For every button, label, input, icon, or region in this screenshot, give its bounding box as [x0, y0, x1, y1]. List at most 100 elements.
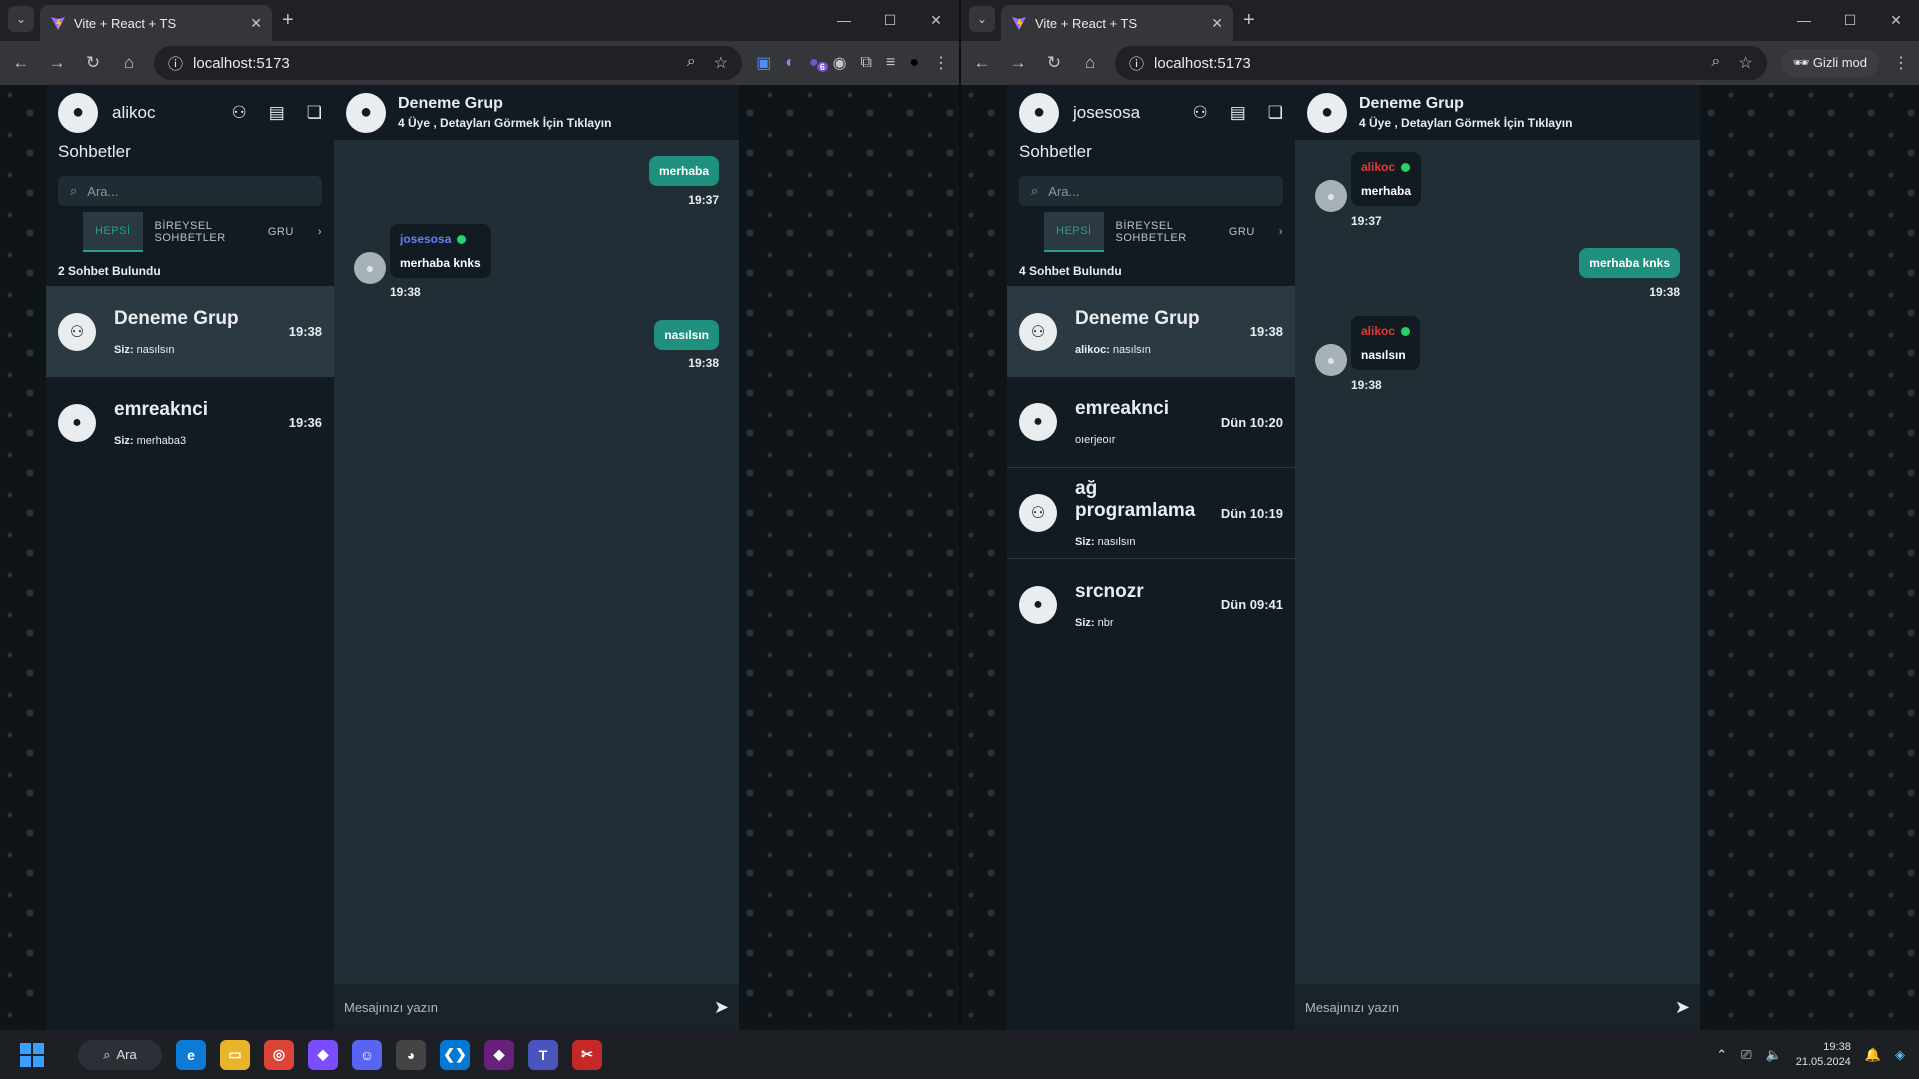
address-bar[interactable]: ⓘ localhost:5173 ⌕ ☆	[154, 46, 743, 80]
incognito-indicator[interactable]: 🕶 Gizli mod	[1780, 49, 1879, 77]
chevron-right-icon[interactable]: ›	[1267, 212, 1295, 252]
discord-icon[interactable]: ☺	[352, 1039, 382, 1070]
vscode-icon[interactable]: ❮❯	[440, 1039, 470, 1070]
last-prefix: Siz:	[1075, 536, 1095, 548]
bookmark-star-icon[interactable]: ☆	[1738, 53, 1752, 73]
notification-bell-icon[interactable]: 🔔	[1865, 1047, 1881, 1063]
extensions-puzzle-icon[interactable]: ⧉	[861, 54, 872, 72]
chevron-up-icon[interactable]: ⌃	[1716, 1047, 1727, 1063]
tab-groups[interactable]: GRU	[1217, 212, 1267, 252]
last-message: nasılsın	[1097, 536, 1136, 548]
username: josesosa	[1073, 102, 1141, 122]
user-avatar[interactable]: ●	[1019, 92, 1059, 133]
home-icon[interactable]: ⌂	[118, 53, 140, 73]
close-tab-icon[interactable]: ✕	[250, 15, 262, 32]
home-icon[interactable]: ⌂	[1079, 53, 1101, 73]
bookmark-star-icon[interactable]: ☆	[714, 53, 728, 73]
chat-header[interactable]: ● Deneme Grup 4 Üye , Detayları Görmek İç…	[1295, 85, 1700, 140]
filter-tabs: HEPSİ BİREYSEL SOHBETLER GRU ›	[83, 212, 334, 252]
maximize-button[interactable]: ☐	[867, 0, 913, 40]
tab-search-button[interactable]: ⌄	[969, 6, 995, 32]
message-bubble-out: merhaba knks	[1579, 248, 1680, 278]
tab-groups[interactable]: GRU	[256, 212, 306, 252]
extension-shield-icon[interactable]: ◉	[833, 53, 847, 73]
chevron-right-icon[interactable]: ›	[306, 212, 334, 252]
edge-icon[interactable]: e	[176, 1039, 206, 1070]
site-info-icon[interactable]: ⓘ	[168, 53, 183, 74]
menu-kebab-icon[interactable]: ⋮	[933, 53, 949, 73]
tab-individual[interactable]: BİREYSEL SOHBETLER	[1104, 212, 1217, 252]
volume-icon[interactable]: 🔈	[1766, 1047, 1782, 1063]
chats-icon[interactable]: ❏	[307, 103, 322, 123]
clock[interactable]: 19:38 21.05.2024	[1796, 1040, 1851, 1070]
new-chat-icon[interactable]: ▤	[269, 103, 285, 123]
close-window-button[interactable]: ✕	[1873, 0, 1919, 40]
windows-start-icon[interactable]	[20, 1042, 44, 1067]
composer-placeholder: Mesajınızı yazın	[1305, 999, 1399, 1015]
zoom-icon[interactable]: ⌕	[1711, 53, 1720, 73]
forward-icon[interactable]: →	[1007, 53, 1029, 73]
user-avatar[interactable]: ●	[58, 92, 98, 133]
chat-item-deneme-grup[interactable]: ⚇ Deneme Grup alikoc: nasılsın 19:38	[1007, 286, 1295, 377]
message-input[interactable]: Mesajınızı yazın ➤	[334, 984, 739, 1030]
chat-item-deneme-grup[interactable]: ⚇ Deneme Grup Siz: nasılsın 19:38	[46, 286, 334, 377]
maximize-button[interactable]: ☐	[1827, 0, 1873, 40]
chat-header[interactable]: ● Deneme Grup 4 Üye , Detayları Görmek İç…	[334, 85, 739, 140]
new-tab-button[interactable]: +	[1243, 9, 1255, 32]
minimize-button[interactable]: —	[1781, 0, 1827, 40]
chat-name: Deneme Grup	[114, 307, 239, 329]
search-input[interactable]: ⌕ Ara...	[1019, 176, 1283, 206]
chat-item-emreaknci[interactable]: ● emreaknci oıerjeoır Dün 10:20	[1007, 377, 1295, 468]
chat-time: 19:36	[288, 415, 322, 430]
chat-item-emreaknci[interactable]: ● emreaknci Siz: merhaba3 19:36	[46, 377, 334, 468]
file-explorer-icon[interactable]: ▭	[220, 1039, 250, 1070]
search-input[interactable]: ⌕ Ara...	[58, 176, 322, 206]
reload-icon[interactable]: ↻	[82, 53, 104, 73]
menu-kebab-icon[interactable]: ⋮	[1893, 53, 1909, 73]
reload-icon[interactable]: ↻	[1043, 53, 1065, 73]
new-chat-icon[interactable]: ▤	[1230, 103, 1246, 123]
message-bubble-out: merhaba	[648, 156, 719, 186]
extension-badge-icon[interactable]: ● 6	[809, 54, 828, 72]
profile-avatar[interactable]: ●	[909, 54, 919, 72]
tab-all[interactable]: HEPSİ	[83, 212, 143, 252]
chat-item-srcnozr[interactable]: ● srcnozr Siz: nbr Dün 09:41	[1007, 559, 1295, 650]
copilot-icon[interactable]: ◈	[1895, 1047, 1905, 1063]
new-tab-button[interactable]: +	[282, 9, 294, 32]
browser-tab[interactable]: Vite + React + TS ✕	[1001, 5, 1233, 41]
chat-time: Dün 09:41	[1220, 597, 1283, 612]
back-icon[interactable]: ←	[971, 53, 993, 73]
tab-search-button[interactable]: ⌄	[8, 6, 34, 32]
taskbar-search[interactable]: ⌕ Ara	[78, 1039, 162, 1070]
add-contact-icon[interactable]: ⚇	[1192, 103, 1207, 123]
network-icon[interactable]: ⎚	[1741, 1047, 1751, 1063]
address-bar[interactable]: ⓘ localhost:5173 ⌕ ☆	[1115, 46, 1767, 80]
snipping-tool-icon[interactable]: ✂	[572, 1039, 602, 1070]
media-control-icon[interactable]: ≡	[886, 54, 895, 72]
back-icon[interactable]: ←	[10, 53, 32, 73]
extension-moon-icon[interactable]: ◐	[785, 54, 795, 72]
teams-icon[interactable]: T	[528, 1039, 558, 1070]
zoom-icon[interactable]: ⌕	[687, 53, 696, 73]
site-info-icon[interactable]: ⓘ	[1129, 53, 1144, 74]
tab-all[interactable]: HEPSİ	[1044, 212, 1104, 252]
browser-tab[interactable]: Vite + React + TS ✕	[40, 5, 272, 41]
chrome-icon[interactable]: ◎	[264, 1039, 294, 1070]
visual-studio-preview-icon[interactable]: ◆	[308, 1039, 338, 1070]
chat-item-ag-programlama[interactable]: ⚇ ağ programlama Siz: nasılsın Dün 10:19	[1007, 468, 1295, 559]
last-message: nasılsın	[136, 343, 175, 356]
chat-name: emreaknci	[114, 398, 209, 420]
add-contact-icon[interactable]: ⚇	[231, 103, 246, 123]
message-input[interactable]: Mesajınızı yazın ➤	[1295, 984, 1700, 1030]
github-desktop-icon[interactable]: ◕	[396, 1039, 426, 1070]
visual-studio-icon[interactable]: ◆	[484, 1039, 514, 1070]
close-tab-icon[interactable]: ✕	[1211, 15, 1223, 32]
extension-screenshot-icon[interactable]: ▣	[756, 53, 771, 73]
forward-icon[interactable]: →	[46, 53, 68, 73]
minimize-button[interactable]: —	[821, 0, 867, 40]
chats-icon[interactable]: ❏	[1268, 103, 1283, 123]
tab-individual[interactable]: BİREYSEL SOHBETLER	[143, 212, 256, 252]
close-window-button[interactable]: ✕	[913, 0, 959, 40]
send-icon[interactable]: ➤	[714, 997, 729, 1018]
send-icon[interactable]: ➤	[1675, 997, 1690, 1018]
